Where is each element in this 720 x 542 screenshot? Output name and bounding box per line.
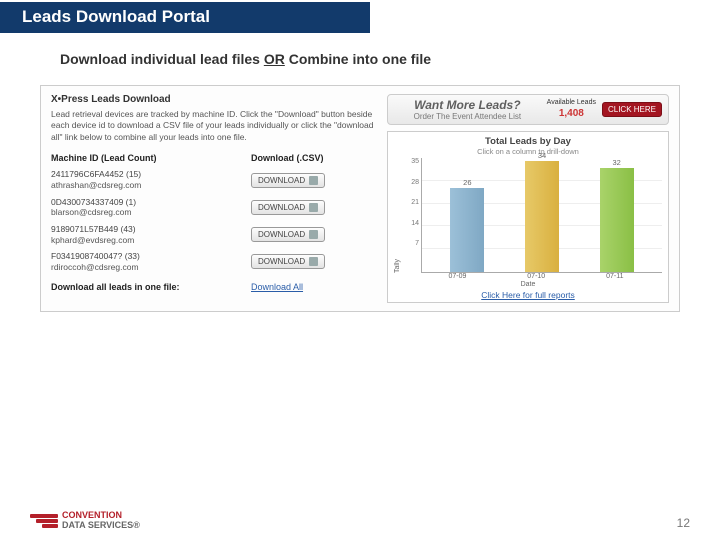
instruction-post: Combine into one file (285, 51, 431, 67)
machine-email: kphard@evdsreg.com (51, 235, 134, 245)
table-header: Machine ID (Lead Count) Download (.CSV) (51, 153, 381, 163)
ytick: 7 (405, 240, 419, 247)
available-leads: Available Leads 1,408 (547, 99, 596, 119)
download-button[interactable]: DOWNLOAD (251, 173, 325, 188)
machine-text: F0341908740047? (33) rdiroccoh@cdsreg.co… (51, 251, 251, 272)
logo-line2: DATA SERVICES (62, 520, 133, 530)
bar-value: 34 (525, 151, 559, 160)
promo-click-button[interactable]: CLICK HERE (602, 102, 662, 117)
logo-reg: ® (133, 520, 140, 530)
machine-text: 0D4300734337409 (1) blarson@cdsreg.com (51, 197, 251, 218)
download-all-row: Download all leads in one file: Download… (51, 282, 381, 292)
download-button[interactable]: DOWNLOAD (251, 200, 325, 215)
machine-text: 9189071L57B449 (43) kphard@evdsreg.com (51, 224, 251, 245)
xtick: 07-11 (606, 273, 623, 280)
xtick: 07-10 (527, 273, 545, 280)
table-row: 2411796C6FA4452 (15) athrashan@cdsreg.co… (51, 169, 381, 190)
page-title: Leads Download Portal (0, 2, 370, 33)
promo-headline: Want More Leads? (394, 98, 541, 112)
chart-bar[interactable]: 34 (525, 161, 559, 272)
right-column: Want More Leads? Order The Event Attende… (387, 94, 669, 303)
col-machine-id: Machine ID (Lead Count) (51, 153, 251, 163)
col-download: Download (.CSV) (251, 153, 324, 163)
chart-area: Tally 35 28 21 14 7 26 (394, 158, 662, 273)
bar-value: 26 (450, 178, 484, 187)
chart-xlabel: Date (394, 281, 662, 288)
machine-id: 2411796C6FA4452 (15) (51, 169, 141, 179)
ytick: 28 (405, 179, 419, 186)
download-subtitle: Lead retrieval devices are tracked by ma… (51, 109, 381, 143)
instruction-pre: Download individual lead files (60, 51, 264, 67)
machine-email: rdiroccoh@cdsreg.com (51, 262, 139, 272)
chart-yaxis: 35 28 21 14 7 (405, 158, 419, 273)
page-number: 12 (677, 516, 690, 530)
promo-banner: Want More Leads? Order The Event Attende… (387, 94, 669, 125)
promo-text: Want More Leads? Order The Event Attende… (394, 98, 541, 121)
promo-subhead: Order The Event Attendee List (394, 112, 541, 121)
download-button-label: DOWNLOAD (258, 230, 305, 239)
machine-email: blarson@cdsreg.com (51, 207, 131, 217)
logo-mark-icon (30, 514, 58, 528)
chart-container: Total Leads by Day Click on a column to … (387, 131, 669, 303)
machine-id: F0341908740047? (33) (51, 251, 140, 261)
download-title: X•Press Leads Download (51, 94, 381, 105)
download-button-label: DOWNLOAD (258, 203, 305, 212)
download-column: X•Press Leads Download Lead retrieval de… (51, 94, 381, 303)
chart-bar[interactable]: 32 (600, 168, 634, 272)
chart-xaxis: 07-09 07-10 07-11 (410, 273, 662, 280)
instruction-or: OR (264, 51, 285, 67)
logo: CONVENTION DATA SERVICES® (30, 511, 140, 530)
instruction-text: Download individual lead files OR Combin… (60, 51, 720, 67)
table-row: 0D4300734337409 (1) blarson@cdsreg.com D… (51, 197, 381, 218)
machine-id: 9189071L57B449 (43) (51, 224, 136, 234)
download-arrow-icon (309, 203, 318, 212)
available-leads-count: 1,408 (547, 108, 596, 120)
chart-title: Total Leads by Day (394, 136, 662, 147)
machine-text: 2411796C6FA4452 (15) athrashan@cdsreg.co… (51, 169, 251, 190)
table-row: 9189071L57B449 (43) kphard@evdsreg.com D… (51, 224, 381, 245)
chart-link-row: Click Here for full reports (394, 290, 662, 300)
footer: CONVENTION DATA SERVICES® 12 (0, 511, 720, 530)
download-button-label: DOWNLOAD (258, 257, 305, 266)
download-all-label: Download all leads in one file: (51, 282, 251, 292)
machine-email: athrashan@cdsreg.com (51, 180, 141, 190)
bar-value: 32 (600, 158, 634, 167)
portal-panel: X•Press Leads Download Lead retrieval de… (40, 85, 680, 312)
available-leads-label: Available Leads (547, 99, 596, 107)
ytick: 35 (405, 158, 419, 165)
chart-ylabel: Tally (394, 158, 401, 273)
xtick: 07-09 (448, 273, 466, 280)
download-button[interactable]: DOWNLOAD (251, 254, 325, 269)
machine-id: 0D4300734337409 (1) (51, 197, 136, 207)
download-button[interactable]: DOWNLOAD (251, 227, 325, 242)
download-all-link[interactable]: Download All (251, 282, 303, 292)
ytick: 21 (405, 199, 419, 206)
download-arrow-icon (309, 176, 318, 185)
download-arrow-icon (309, 257, 318, 266)
table-row: F0341908740047? (33) rdiroccoh@cdsreg.co… (51, 251, 381, 272)
chart-plot: 26 34 32 (421, 158, 662, 273)
chart-bar[interactable]: 26 (450, 188, 484, 272)
full-reports-link[interactable]: Click Here for full reports (481, 290, 575, 300)
ytick: 14 (405, 220, 419, 227)
download-arrow-icon (309, 230, 318, 239)
download-button-label: DOWNLOAD (258, 176, 305, 185)
logo-text: CONVENTION DATA SERVICES® (62, 511, 140, 530)
